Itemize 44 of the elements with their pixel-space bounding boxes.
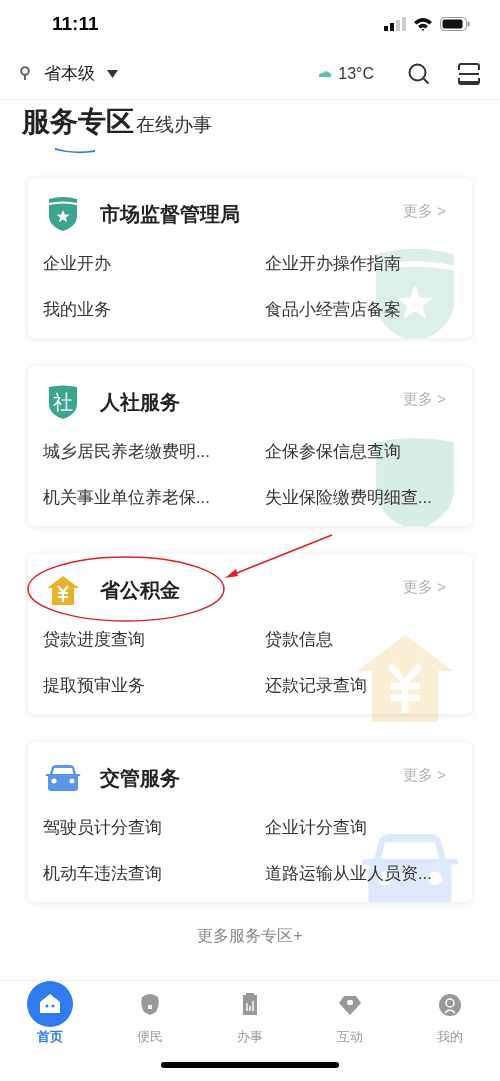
status-time: 11:11 <box>52 11 99 36</box>
temperature-text: 13°C <box>338 63 374 84</box>
badge-icon <box>138 993 162 1017</box>
person-icon <box>438 993 462 1017</box>
service-link[interactable]: 我的业务 <box>43 296 265 322</box>
house-yen-icon <box>46 575 80 605</box>
car-icon <box>45 764 81 792</box>
card-title: 交管服务 <box>100 766 180 791</box>
service-link[interactable]: 贷款进度查询 <box>43 626 265 652</box>
service-link[interactable]: 企业计分查询 <box>265 814 446 840</box>
badge-character: 社 <box>53 390 73 415</box>
location-dropdown[interactable]: 省本级 <box>44 60 118 87</box>
cloud-icon <box>318 70 333 77</box>
service-link[interactable]: 驾驶员计分查询 <box>43 814 265 840</box>
diamond-icon <box>338 993 362 1017</box>
service-link[interactable]: 企保参保信息查询 <box>265 438 446 464</box>
search-icon[interactable] <box>408 62 430 85</box>
location-pin-icon <box>20 66 30 81</box>
scan-icon[interactable] <box>458 62 480 85</box>
service-link[interactable]: 贷款信息 <box>265 626 446 652</box>
wifi-icon <box>413 17 433 31</box>
signal-icon <box>384 17 406 31</box>
more-zones-link[interactable]: 更多服务专区+ <box>197 924 303 948</box>
home-icon <box>27 981 73 1027</box>
section-subtitle: 在线办事 <box>136 113 212 137</box>
title-underline-icon <box>54 146 96 154</box>
service-link[interactable]: 城乡居民养老缴费明... <box>43 438 265 464</box>
shield-star-icon <box>47 196 79 232</box>
tab-item[interactable]: 首页 <box>0 985 100 1062</box>
service-link[interactable]: 企业开办操作指南 <box>265 250 446 276</box>
service-link[interactable]: 食品小经营店备案 <box>265 296 446 322</box>
card-title: 人社服务 <box>100 390 180 415</box>
caret-icon <box>107 69 118 78</box>
service-link[interactable]: 还款记录查询 <box>265 672 446 698</box>
section-title: 服务专区 <box>22 105 134 139</box>
card-title: 省公积金 <box>100 578 180 603</box>
battery-icon <box>440 17 470 31</box>
service-link[interactable]: 道路运输从业人员资... <box>265 860 446 886</box>
card-title: 市场监督管理局 <box>100 202 240 227</box>
service-link[interactable]: 机动车违法查询 <box>43 860 265 886</box>
service-link[interactable]: 提取预审业务 <box>43 672 265 698</box>
service-link[interactable]: 机关事业单位养老保... <box>43 484 265 510</box>
service-link[interactable]: 企业开办 <box>43 250 265 276</box>
service-link[interactable]: 失业保险缴费明细查... <box>265 484 446 510</box>
